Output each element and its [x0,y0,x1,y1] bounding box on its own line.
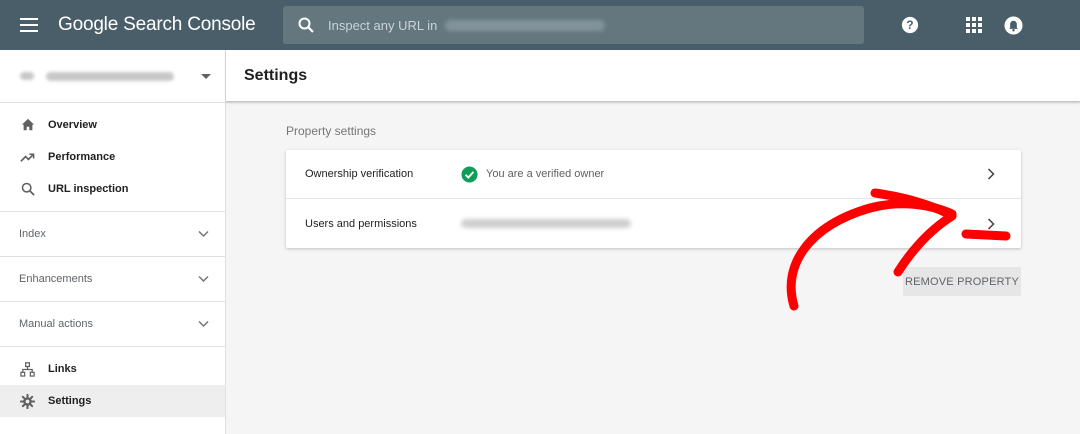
row-label: Users and permissions [305,217,417,230]
sidebar-section-label: Enhancements [19,273,93,285]
sidebar-section-label: Index [19,228,46,240]
svg-text:?: ? [906,19,913,32]
sidebar-item-label: Performance [48,151,116,163]
redacted-property-name [46,71,174,81]
remove-property-button[interactable]: REMOVE PROPERTY [903,267,1021,296]
product-logo[interactable]: Google Search Console [58,14,283,36]
verification-status: You are a verified owner [461,165,605,183]
dropdown-caret-icon [201,74,211,79]
chevron-right-icon [987,217,995,230]
help-button[interactable]: ? [900,15,920,35]
page-header: Settings [226,50,1080,102]
ownership-verification-row[interactable]: Ownership verification You are a verifie… [286,150,1021,199]
redacted-user-email [461,219,631,228]
chevron-down-icon [198,320,209,328]
redacted-property-url [445,19,606,31]
sidebar-section-index[interactable]: Index [0,212,225,257]
property-selector[interactable] [0,50,225,103]
verification-status-text: You are a verified owner [486,168,605,180]
sidebar-section-label: Manual actions [19,318,93,330]
sidebar: Overview Performance URL inspection Inde… [0,50,226,434]
hamburger-menu-icon [20,18,38,32]
apps-grid-icon [966,17,982,33]
url-inspection-search[interactable]: Inspect any URL in [283,6,864,44]
search-icon [298,17,314,33]
sidebar-item-settings[interactable]: Settings [0,385,225,417]
section-heading: Property settings [286,124,377,138]
apps-button[interactable] [964,15,984,35]
links-icon [19,361,36,378]
row-label: Ownership verification [305,168,414,180]
menu-button[interactable] [0,0,58,50]
search-icon [19,181,36,198]
sidebar-item-links[interactable]: Links [0,353,225,385]
sidebar-item-url-inspection[interactable]: URL inspection [0,173,225,205]
page-title: Settings [244,66,308,84]
chevron-right-icon [987,168,995,180]
gear-icon [19,393,36,410]
primary-nav: Overview Performance URL inspection [0,103,225,212]
sidebar-item-overview[interactable]: Overview [0,109,225,141]
users-and-permissions-row[interactable]: Users and permissions [286,199,1021,248]
check-circle-icon [461,165,478,183]
account-button[interactable] [1003,15,1023,35]
property-settings-card: Ownership verification You are a verifie… [286,150,1021,248]
sidebar-item-performance[interactable]: Performance [0,141,225,173]
search-placeholder: Inspect any URL in [328,17,438,33]
home-icon [19,117,36,134]
chevron-down-icon [198,275,209,283]
sidebar-item-label: Overview [48,119,97,131]
trending-up-icon [19,149,36,166]
sidebar-section-enhancements[interactable]: Enhancements [0,257,225,302]
sidebar-item-label: Settings [48,395,92,407]
sidebar-item-label: Links [48,363,77,375]
sidebar-item-label: URL inspection [48,183,129,195]
chevron-down-icon [198,230,209,238]
redacted-property-icon [20,72,34,80]
top-app-bar: Google Search Console Inspect any URL in… [0,0,1080,50]
secondary-nav: Links Settings [0,347,225,423]
sidebar-section-manual-actions[interactable]: Manual actions [0,302,225,347]
notifications-icon [1003,15,1023,35]
help-icon: ? [901,16,919,34]
